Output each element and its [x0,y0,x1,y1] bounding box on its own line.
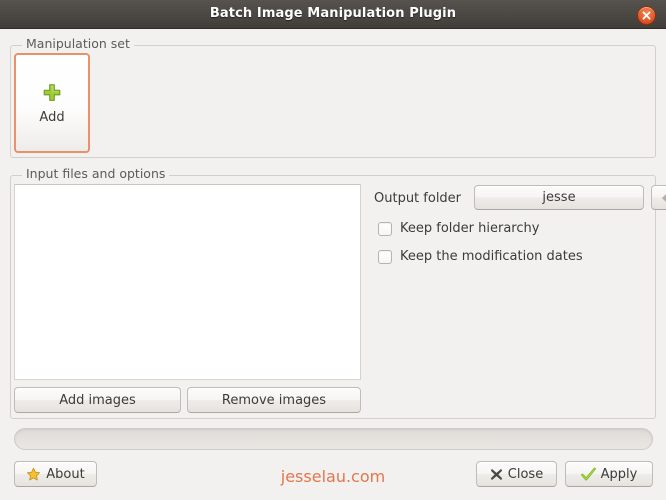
checkbox-box [378,249,392,264]
file-list[interactable] [14,184,361,380]
x-mark-icon [490,468,503,481]
plus-icon [43,83,61,101]
output-folder-value: jesse [542,190,576,205]
check-icon [580,467,596,482]
window-title: Batch Image Manipulation Plugin [209,6,457,21]
star-icon [26,467,41,482]
manipulation-set-title: Manipulation set [22,36,134,51]
keep-folder-hierarchy-checkbox[interactable]: Keep folder hierarchy [378,221,539,236]
apply-button[interactable]: Apply [565,461,653,487]
keep-modification-dates-label: Keep the modification dates [400,249,583,264]
title-bar: Batch Image Manipulation Plugin [0,0,666,29]
close-label: Close [507,466,544,482]
star-glyph [27,467,41,480]
checkbox-box [378,221,392,236]
progress-bar [14,428,653,450]
apply-label: Apply [600,466,638,482]
manipulation-set-frame [10,45,656,158]
add-manipulation-label: Add [39,109,65,125]
close-x-glyph [642,11,651,20]
remove-images-button[interactable]: Remove images [187,387,361,413]
x-mark-glyph [490,468,502,480]
output-folder-label: Output folder [374,191,462,206]
application-window: Batch Image Manipulation Plugin Manipula… [0,0,666,500]
add-images-button[interactable]: Add images [14,387,181,413]
close-button[interactable]: Close [476,461,557,487]
input-files-title: Input files and options [22,166,170,181]
output-folder-button[interactable]: jesse [474,185,644,210]
chevron-left-glyph [661,193,666,202]
keep-modification-dates-checkbox[interactable]: Keep the modification dates [378,249,583,264]
about-button[interactable]: About [14,461,97,487]
close-icon[interactable] [637,6,656,25]
chevron-left-icon[interactable] [651,185,666,210]
add-manipulation-button[interactable]: Add [14,53,90,153]
manipulation-set-group: Manipulation set [10,36,656,158]
about-label: About [46,466,85,482]
remove-images-label: Remove images [221,392,327,408]
check-glyph [580,467,596,480]
add-images-label: Add images [59,392,136,408]
keep-folder-hierarchy-label: Keep folder hierarchy [400,221,540,236]
